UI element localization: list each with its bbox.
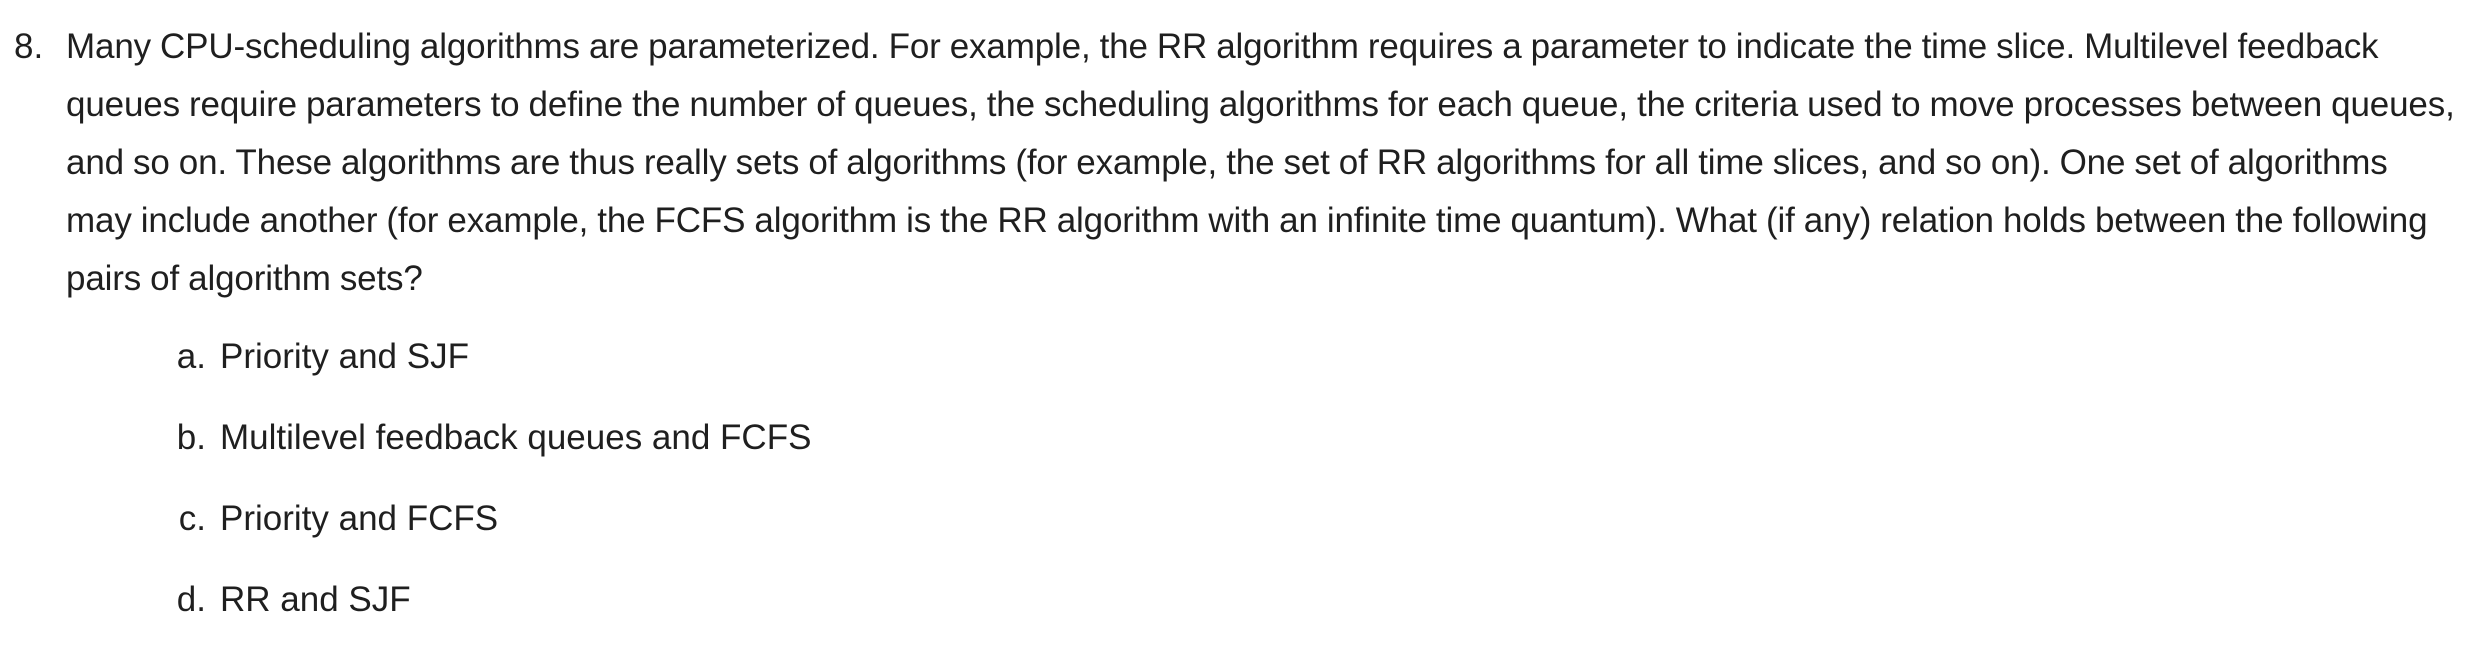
question-text: Many CPU-scheduling algorithms are param… [66, 27, 2455, 298]
option-text: RR and SJF [220, 580, 411, 619]
option-text: Priority and SJF [220, 337, 469, 376]
option-letter: a. [176, 337, 206, 376]
option-letter: c. [178, 499, 206, 538]
question-number: 8. [14, 27, 44, 66]
options-list: a. Priority and SJF b. Multilevel feedba… [16, 328, 2462, 652]
option-text: Priority and FCFS [220, 499, 499, 538]
option-letter: b. [176, 418, 206, 457]
option-b: b. Multilevel feedback queues and FCFS [16, 409, 2462, 490]
question-block: 8. Many CPU-scheduling algorithms are pa… [0, 0, 2478, 652]
option-d: d. RR and SJF [16, 571, 2462, 652]
option-a: a. Priority and SJF [16, 328, 2462, 409]
option-c: c. Priority and FCFS [16, 490, 2462, 571]
option-letter: d. [176, 580, 206, 619]
option-text: Multilevel feedback queues and FCFS [220, 418, 812, 457]
